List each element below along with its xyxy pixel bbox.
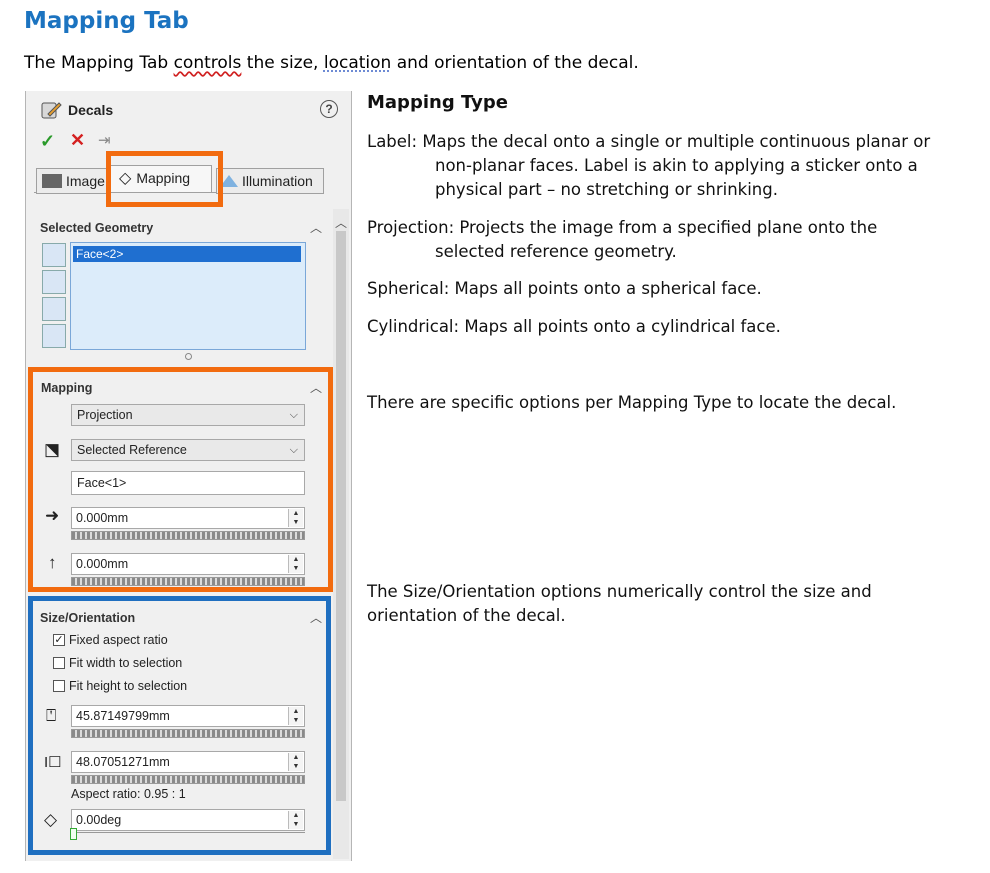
surface-filter-icon[interactable]: [42, 270, 66, 294]
tab-illumination-label: Illumination: [242, 173, 313, 189]
intro-paragraph: The Mapping Tab controls the size, locat…: [24, 53, 639, 73]
tab-illumination[interactable]: Illumination: [216, 168, 324, 194]
intro-word-controls: controls: [173, 53, 242, 73]
label-line: physical part – no stretching or shrinki…: [435, 180, 778, 199]
page-heading: Mapping Tab: [24, 8, 189, 34]
collapse-chevron-icon[interactable]: ︿: [310, 219, 322, 236]
scroll-up-icon[interactable]: ︿: [335, 214, 347, 231]
decal-icon: [40, 100, 62, 120]
label-line: Label: Maps the decal onto a single or m…: [367, 132, 931, 151]
selected-geometry-title: Selected Geometry: [40, 221, 154, 235]
projection-line: selected reference geometry.: [435, 242, 677, 261]
size-note: The Size/Orientation options numerically…: [367, 580, 872, 628]
intro-text: the size,: [241, 53, 324, 73]
projection-description: Projection: Projects the image from a sp…: [367, 216, 877, 264]
cancel-x-icon[interactable]: ✕: [70, 130, 85, 151]
projection-line: Projection: Projects the image from a sp…: [367, 218, 878, 237]
panel-title: Decals: [68, 102, 114, 118]
intro-text: and orientation of the decal.: [391, 53, 639, 73]
mapping-section-highlight: [28, 367, 333, 592]
scrollbar-thumb[interactable]: [336, 231, 346, 801]
label-description: Label: Maps the decal onto a single or m…: [367, 130, 930, 202]
resize-grip-icon[interactable]: [185, 353, 192, 360]
list-item[interactable]: Face<2>: [73, 246, 301, 262]
size-orientation-highlight: [28, 596, 331, 855]
mapping-type-title: Mapping Type: [367, 92, 508, 113]
image-icon: [42, 174, 62, 188]
intro-text: The Mapping Tab: [24, 53, 174, 73]
label-line: non-planar faces. Label is akin to apply…: [435, 156, 918, 175]
options-note: There are specific options per Mapping T…: [367, 393, 897, 412]
help-icon[interactable]: ?: [320, 100, 338, 118]
cylindrical-description: Cylindrical: Maps all points onto a cyli…: [367, 317, 781, 336]
intro-word-location: location: [323, 53, 392, 73]
ok-check-icon[interactable]: ✓: [40, 131, 55, 152]
size-note-line: orientation of the decal.: [367, 606, 566, 625]
mapping-tab-highlight: [106, 151, 223, 207]
body-filter-icon[interactable]: [42, 297, 66, 321]
selected-geometry-list[interactable]: Face<2>: [70, 242, 306, 350]
size-note-line: The Size/Orientation options numerically…: [367, 582, 872, 601]
spherical-description: Spherical: Maps all points onto a spheri…: [367, 279, 762, 298]
face-filter-icon[interactable]: [42, 243, 66, 267]
component-filter-icon[interactable]: [42, 324, 66, 348]
tab-image[interactable]: Image: [36, 168, 108, 194]
pushpin-icon[interactable]: ⇥: [98, 131, 111, 149]
tab-image-label: Image: [66, 173, 105, 189]
